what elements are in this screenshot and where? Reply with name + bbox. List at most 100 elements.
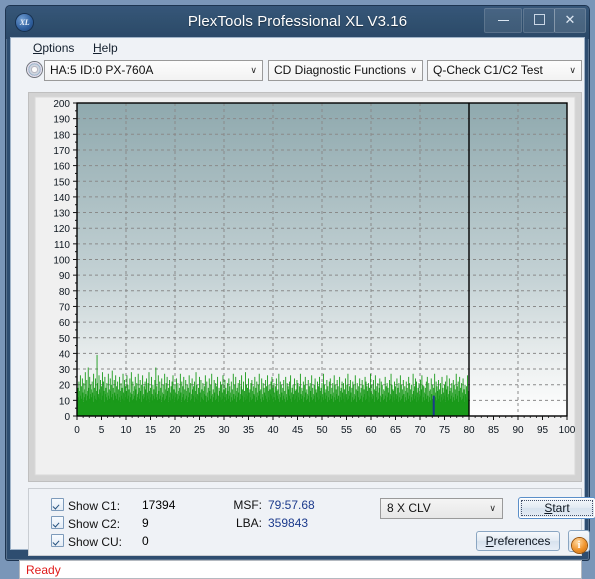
test-select[interactable]: Q-Check C1/C2 Test ∨: [427, 60, 582, 81]
speed-select[interactable]: 8 X CLV ∨: [380, 498, 503, 519]
svg-text:40: 40: [267, 425, 279, 436]
svg-text:80: 80: [463, 425, 475, 436]
menu-options-rest: ptions: [42, 41, 75, 55]
svg-text:10: 10: [59, 396, 71, 407]
show-cu-label: Show CU:: [68, 535, 123, 549]
info-button[interactable]: i: [568, 530, 590, 553]
minimize-button[interactable]: [484, 8, 522, 33]
svg-text:100: 100: [559, 425, 576, 436]
checkbox-icon: [51, 498, 64, 511]
svg-text:95: 95: [537, 425, 549, 436]
speed-select-value: 8 X CLV: [387, 501, 431, 515]
checkbox-icon: [51, 516, 64, 529]
svg-text:70: 70: [414, 425, 426, 436]
function-select-value: CD Diagnostic Functions: [274, 63, 407, 77]
svg-text:0: 0: [64, 412, 70, 423]
drive-select[interactable]: HA:5 ID:0 PX-760A ∨: [44, 60, 263, 81]
menu-item-help[interactable]: Help: [89, 41, 122, 55]
svg-text:20: 20: [169, 425, 181, 436]
show-cu-checkbox[interactable]: Show CU:: [51, 534, 122, 549]
svg-text:170: 170: [53, 146, 70, 157]
msf-value: 79:57.68: [268, 498, 315, 512]
svg-text:120: 120: [53, 224, 70, 235]
svg-text:130: 130: [53, 209, 70, 220]
svg-text:180: 180: [53, 130, 70, 141]
svg-text:80: 80: [59, 287, 71, 298]
title-bar[interactable]: XL PlexTools Professional XL V3.16 ✕: [6, 6, 589, 39]
svg-text:70: 70: [59, 302, 71, 313]
show-c1-label: Show C1:: [68, 499, 121, 513]
function-select[interactable]: CD Diagnostic Functions ∨: [268, 60, 423, 81]
svg-text:160: 160: [53, 162, 70, 173]
svg-text:0: 0: [74, 425, 80, 436]
svg-text:60: 60: [365, 425, 377, 436]
start-button[interactable]: Start: [518, 497, 595, 519]
svg-text:5: 5: [99, 425, 105, 436]
chevron-down-icon: ∨: [569, 65, 576, 75]
c1-count-value: 17394: [142, 498, 176, 512]
preferences-button[interactable]: Preferences: [476, 531, 560, 551]
svg-text:140: 140: [53, 193, 70, 204]
svg-text:200: 200: [53, 99, 70, 110]
svg-text:15: 15: [145, 425, 157, 436]
svg-text:35: 35: [243, 425, 255, 436]
show-c2-label: Show C2:: [68, 517, 121, 531]
controls-panel: Show C1: 17394 Show C2: 9 Show CU: 0 MSF…: [28, 488, 595, 556]
svg-text:110: 110: [54, 240, 70, 251]
chart-container[interactable]: 0 10 20 30 40 50 60 70 80 90 100 110 120 130 140 150 160…: [29, 93, 581, 481]
svg-text:45: 45: [292, 425, 304, 436]
lba-label: LBA:: [235, 516, 262, 530]
svg-text:100: 100: [53, 256, 70, 267]
close-button[interactable]: ✕: [554, 8, 586, 33]
checkbox-icon: [51, 534, 64, 547]
maximize-button[interactable]: [523, 8, 555, 33]
svg-text:30: 30: [59, 365, 71, 376]
drive-select-value: HA:5 ID:0 PX-760A: [50, 63, 154, 77]
show-c1-checkbox[interactable]: Show C1:: [51, 498, 120, 513]
menu-bar: Options Help: [11, 38, 584, 58]
svg-text:50: 50: [59, 334, 71, 345]
svg-text:90: 90: [59, 271, 71, 282]
svg-text:50: 50: [316, 425, 328, 436]
test-select-value: Q-Check C1/C2 Test: [433, 63, 543, 77]
chart-panel: 0 10 20 30 40 50 60 70 80 90 100 110 120 130 140 150 160…: [28, 92, 582, 482]
info-icon: i: [571, 538, 587, 553]
svg-text:150: 150: [53, 177, 70, 188]
svg-text:25: 25: [194, 425, 206, 436]
app-logo-icon: XL: [16, 14, 33, 31]
svg-text:30: 30: [218, 425, 230, 436]
chevron-down-icon: ∨: [250, 65, 257, 75]
msf-label: MSF:: [233, 498, 262, 512]
client-area: Options Help HA:5 ID:0 PX-760A ∨ CD Diag…: [10, 37, 595, 579]
svg-text:65: 65: [390, 425, 402, 436]
status-text: Ready: [26, 563, 61, 577]
start-button-inner: Start: [521, 500, 593, 516]
lba-value: 359843: [268, 516, 309, 530]
svg-text:190: 190: [53, 115, 70, 126]
svg-text:85: 85: [488, 425, 500, 436]
show-c2-checkbox[interactable]: Show C2:: [51, 516, 120, 531]
c1-c2-error-chart: 0102030405060708090100110120130140150160…: [29, 93, 581, 481]
application-window: XL PlexTools Professional XL V3.16 ✕ Opt…: [5, 5, 595, 579]
svg-text:40: 40: [59, 349, 71, 360]
minimize-icon: [497, 20, 509, 21]
cu-count-value: 0: [142, 534, 149, 548]
maximize-icon: [533, 14, 545, 25]
toolbar: HA:5 ID:0 PX-760A ∨ CD Diagnostic Functi…: [11, 60, 584, 86]
preferences-button-rest: references: [493, 534, 551, 548]
svg-text:75: 75: [439, 425, 451, 436]
prefs-mnemonic: P: [485, 534, 494, 548]
chevron-down-icon: ∨: [410, 65, 417, 75]
svg-text:55: 55: [341, 425, 353, 436]
disc-icon: [27, 62, 42, 77]
menu-item-options[interactable]: Options: [29, 41, 78, 55]
svg-text:20: 20: [59, 381, 71, 392]
start-button-rest: tart: [552, 501, 570, 515]
svg-text:60: 60: [59, 318, 71, 329]
c2-count-value: 9: [142, 516, 149, 530]
status-bar: Ready: [19, 560, 582, 579]
svg-text:90: 90: [512, 425, 524, 436]
svg-text:10: 10: [120, 425, 132, 436]
chevron-down-icon: ∨: [489, 503, 496, 513]
menu-help-rest: elp: [101, 41, 118, 55]
